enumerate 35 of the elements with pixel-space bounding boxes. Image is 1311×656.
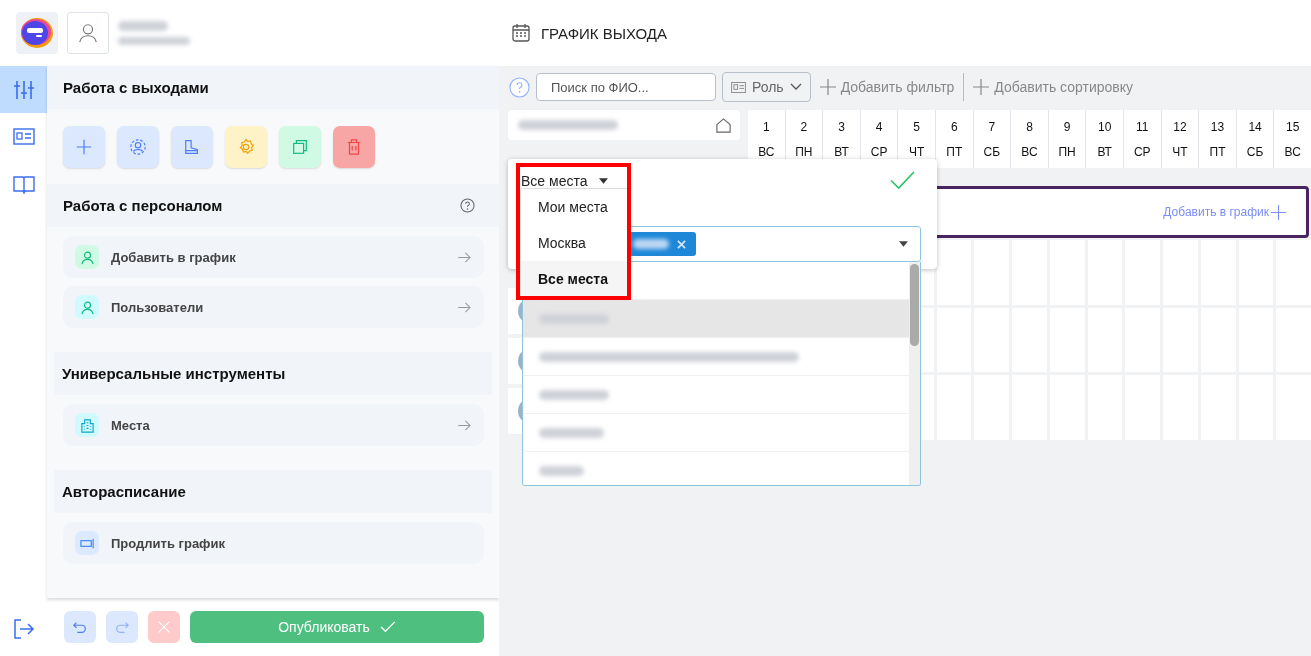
day-number: 4	[875, 119, 883, 134]
day-number: 10	[1098, 119, 1112, 134]
weekday: ЧТ	[1172, 144, 1188, 159]
weekday: ВТ	[834, 144, 849, 159]
weekday: ВТ	[1097, 144, 1112, 159]
day-number: 15	[1286, 119, 1300, 134]
weekday: ПТ	[946, 144, 963, 159]
section-title: Универсальные инструменты	[62, 365, 286, 382]
weekday: ВС	[1284, 144, 1301, 159]
day-number: 11	[1136, 119, 1149, 134]
day-number: 8	[1026, 119, 1033, 134]
weekday: ВС	[1021, 144, 1038, 159]
weekday: ЧТ	[909, 144, 925, 159]
page-title: ГРАФИК ВЫХОДА	[541, 24, 667, 42]
weekday: СР	[1133, 144, 1151, 159]
day-number: 1	[762, 119, 770, 134]
weekday: СБ	[1246, 144, 1264, 159]
weekday: ПН	[795, 144, 813, 159]
section-title: Работа с выходами	[63, 79, 209, 96]
weekday: ПН	[1058, 144, 1076, 159]
weekday: ВС	[758, 144, 775, 159]
day-number: 6	[950, 119, 958, 134]
day-number: 14	[1248, 119, 1262, 134]
day-number: 12	[1173, 119, 1187, 134]
day-number: 3	[838, 119, 845, 134]
day-number: 5	[913, 119, 921, 134]
day-number: 2	[800, 119, 808, 134]
section-title: Работа с персоналом	[63, 197, 223, 214]
weekday: СБ	[983, 144, 1001, 159]
weekday: СР	[870, 144, 888, 159]
section-title: Авторасписание	[62, 483, 186, 500]
day-number: 9	[1063, 119, 1071, 134]
day-number: 7	[988, 119, 996, 134]
day-number: 13	[1210, 119, 1225, 134]
weekday: ПТ	[1209, 144, 1226, 159]
